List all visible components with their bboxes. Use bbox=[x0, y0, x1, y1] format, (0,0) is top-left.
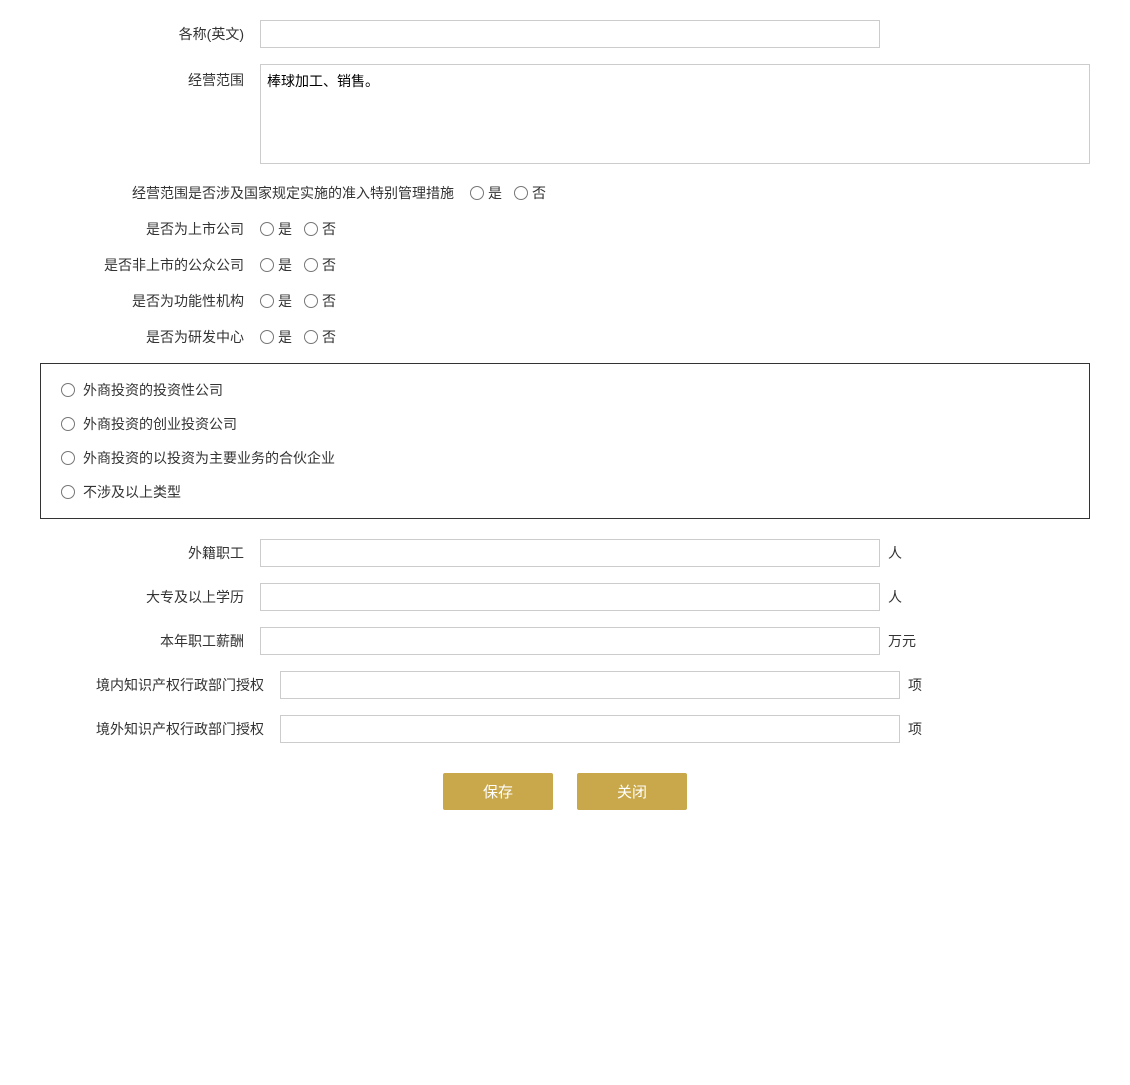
listed-company-row: 是否为上市公司 是 否 bbox=[40, 219, 1090, 239]
domestic-ip-row: 境内知识产权行政部门授权 项 bbox=[40, 671, 1090, 699]
rd-center-yes-radio[interactable] bbox=[260, 330, 274, 344]
investment-type-4[interactable]: 不涉及以上类型 bbox=[61, 482, 1069, 502]
non-listed-public-no[interactable]: 否 bbox=[304, 255, 336, 275]
business-scope-label: 经营范围 bbox=[40, 64, 260, 90]
non-listed-public-label: 是否非上市的公众公司 bbox=[40, 255, 260, 275]
annual-salary-input[interactable] bbox=[260, 627, 880, 655]
rd-center-no[interactable]: 否 bbox=[304, 327, 336, 347]
button-row: 保存 关闭 bbox=[40, 773, 1090, 810]
functional-org-label: 是否为功能性机构 bbox=[40, 291, 260, 311]
investment-type-box: 外商投资的投资性公司 外商投资的创业投资公司 外商投资的以投资为主要业务的合伙企… bbox=[40, 363, 1090, 519]
functional-org-row: 是否为功能性机构 是 否 bbox=[40, 291, 1090, 311]
annual-salary-label: 本年职工薪酬 bbox=[40, 631, 260, 651]
form-container: 各称(英文) 经营范围 棒球加工、销售。 经营范围是否涉及国家规定实施的准入特别… bbox=[40, 20, 1090, 810]
foreign-employee-unit: 人 bbox=[880, 543, 902, 563]
investment-type-1-radio[interactable] bbox=[61, 383, 75, 397]
business-scope-row: 经营范围 棒球加工、销售。 bbox=[40, 64, 1090, 167]
non-listed-public-yes[interactable]: 是 bbox=[260, 255, 292, 275]
foreign-ip-row: 境外知识产权行政部门授权 项 bbox=[40, 715, 1090, 743]
rd-center-no-radio[interactable] bbox=[304, 330, 318, 344]
foreign-ip-label: 境外知识产权行政部门授权 bbox=[40, 719, 280, 739]
listed-company-yes-label: 是 bbox=[278, 219, 292, 239]
functional-org-yes[interactable]: 是 bbox=[260, 291, 292, 311]
special-management-yes-radio[interactable] bbox=[470, 186, 484, 200]
name-en-input[interactable] bbox=[260, 20, 880, 48]
investment-type-3[interactable]: 外商投资的以投资为主要业务的合伙企业 bbox=[61, 448, 1069, 468]
functional-org-radio-group: 是 否 bbox=[260, 291, 336, 311]
close-button[interactable]: 关闭 bbox=[577, 773, 687, 810]
rd-center-label: 是否为研发中心 bbox=[40, 327, 260, 347]
listed-company-no-radio[interactable] bbox=[304, 222, 318, 236]
investment-type-4-label: 不涉及以上类型 bbox=[83, 482, 181, 502]
non-listed-public-radio-group: 是 否 bbox=[260, 255, 336, 275]
rd-center-yes-label: 是 bbox=[278, 327, 292, 347]
non-listed-public-yes-label: 是 bbox=[278, 255, 292, 275]
functional-org-no-radio[interactable] bbox=[304, 294, 318, 308]
rd-center-radio-group: 是 否 bbox=[260, 327, 336, 347]
domestic-ip-input[interactable] bbox=[280, 671, 900, 699]
special-management-no[interactable]: 否 bbox=[514, 183, 546, 203]
special-management-yes[interactable]: 是 bbox=[470, 183, 502, 203]
annual-salary-row: 本年职工薪酬 万元 bbox=[40, 627, 1090, 655]
functional-org-yes-label: 是 bbox=[278, 291, 292, 311]
foreign-ip-input[interactable] bbox=[280, 715, 900, 743]
special-management-radio-group: 是 否 bbox=[470, 183, 546, 203]
non-listed-public-yes-radio[interactable] bbox=[260, 258, 274, 272]
save-button[interactable]: 保存 bbox=[443, 773, 553, 810]
listed-company-yes-radio[interactable] bbox=[260, 222, 274, 236]
college-degree-label: 大专及以上学历 bbox=[40, 587, 260, 607]
functional-org-yes-radio[interactable] bbox=[260, 294, 274, 308]
annual-salary-unit: 万元 bbox=[880, 631, 916, 651]
college-degree-row: 大专及以上学历 人 bbox=[40, 583, 1090, 611]
special-management-no-label: 否 bbox=[532, 183, 546, 203]
special-management-no-radio[interactable] bbox=[514, 186, 528, 200]
functional-org-no-label: 否 bbox=[322, 291, 336, 311]
business-scope-wrapper: 棒球加工、销售。 bbox=[260, 64, 1090, 167]
special-management-row: 经营范围是否涉及国家规定实施的准入特别管理措施 是 否 bbox=[40, 183, 1090, 203]
rd-center-row: 是否为研发中心 是 否 bbox=[40, 327, 1090, 347]
investment-type-2-radio[interactable] bbox=[61, 417, 75, 431]
name-en-row: 各称(英文) bbox=[40, 20, 1090, 48]
listed-company-radio-group: 是 否 bbox=[260, 219, 336, 239]
foreign-employee-input[interactable] bbox=[260, 539, 880, 567]
functional-org-no[interactable]: 否 bbox=[304, 291, 336, 311]
non-listed-public-no-radio[interactable] bbox=[304, 258, 318, 272]
investment-type-3-label: 外商投资的以投资为主要业务的合伙企业 bbox=[83, 448, 335, 468]
domestic-ip-label: 境内知识产权行政部门授权 bbox=[40, 675, 280, 695]
foreign-ip-unit: 项 bbox=[900, 719, 922, 739]
college-degree-input[interactable] bbox=[260, 583, 880, 611]
listed-company-yes[interactable]: 是 bbox=[260, 219, 292, 239]
listed-company-no-label: 否 bbox=[322, 219, 336, 239]
foreign-employee-label: 外籍职工 bbox=[40, 543, 260, 563]
rd-center-no-label: 否 bbox=[322, 327, 336, 347]
special-management-label: 经营范围是否涉及国家规定实施的准入特别管理措施 bbox=[40, 183, 470, 203]
foreign-employee-row: 外籍职工 人 bbox=[40, 539, 1090, 567]
rd-center-yes[interactable]: 是 bbox=[260, 327, 292, 347]
business-scope-textarea[interactable]: 棒球加工、销售。 bbox=[260, 64, 1090, 164]
investment-type-4-radio[interactable] bbox=[61, 485, 75, 499]
name-en-label: 各称(英文) bbox=[40, 24, 260, 44]
college-degree-unit: 人 bbox=[880, 587, 902, 607]
listed-company-no[interactable]: 否 bbox=[304, 219, 336, 239]
investment-type-2-label: 外商投资的创业投资公司 bbox=[83, 414, 237, 434]
domestic-ip-unit: 项 bbox=[900, 675, 922, 695]
non-listed-public-row: 是否非上市的公众公司 是 否 bbox=[40, 255, 1090, 275]
investment-type-3-radio[interactable] bbox=[61, 451, 75, 465]
investment-type-2[interactable]: 外商投资的创业投资公司 bbox=[61, 414, 1069, 434]
listed-company-label: 是否为上市公司 bbox=[40, 219, 260, 239]
investment-type-1-label: 外商投资的投资性公司 bbox=[83, 380, 223, 400]
special-management-yes-label: 是 bbox=[488, 183, 502, 203]
non-listed-public-no-label: 否 bbox=[322, 255, 336, 275]
investment-type-1[interactable]: 外商投资的投资性公司 bbox=[61, 380, 1069, 400]
